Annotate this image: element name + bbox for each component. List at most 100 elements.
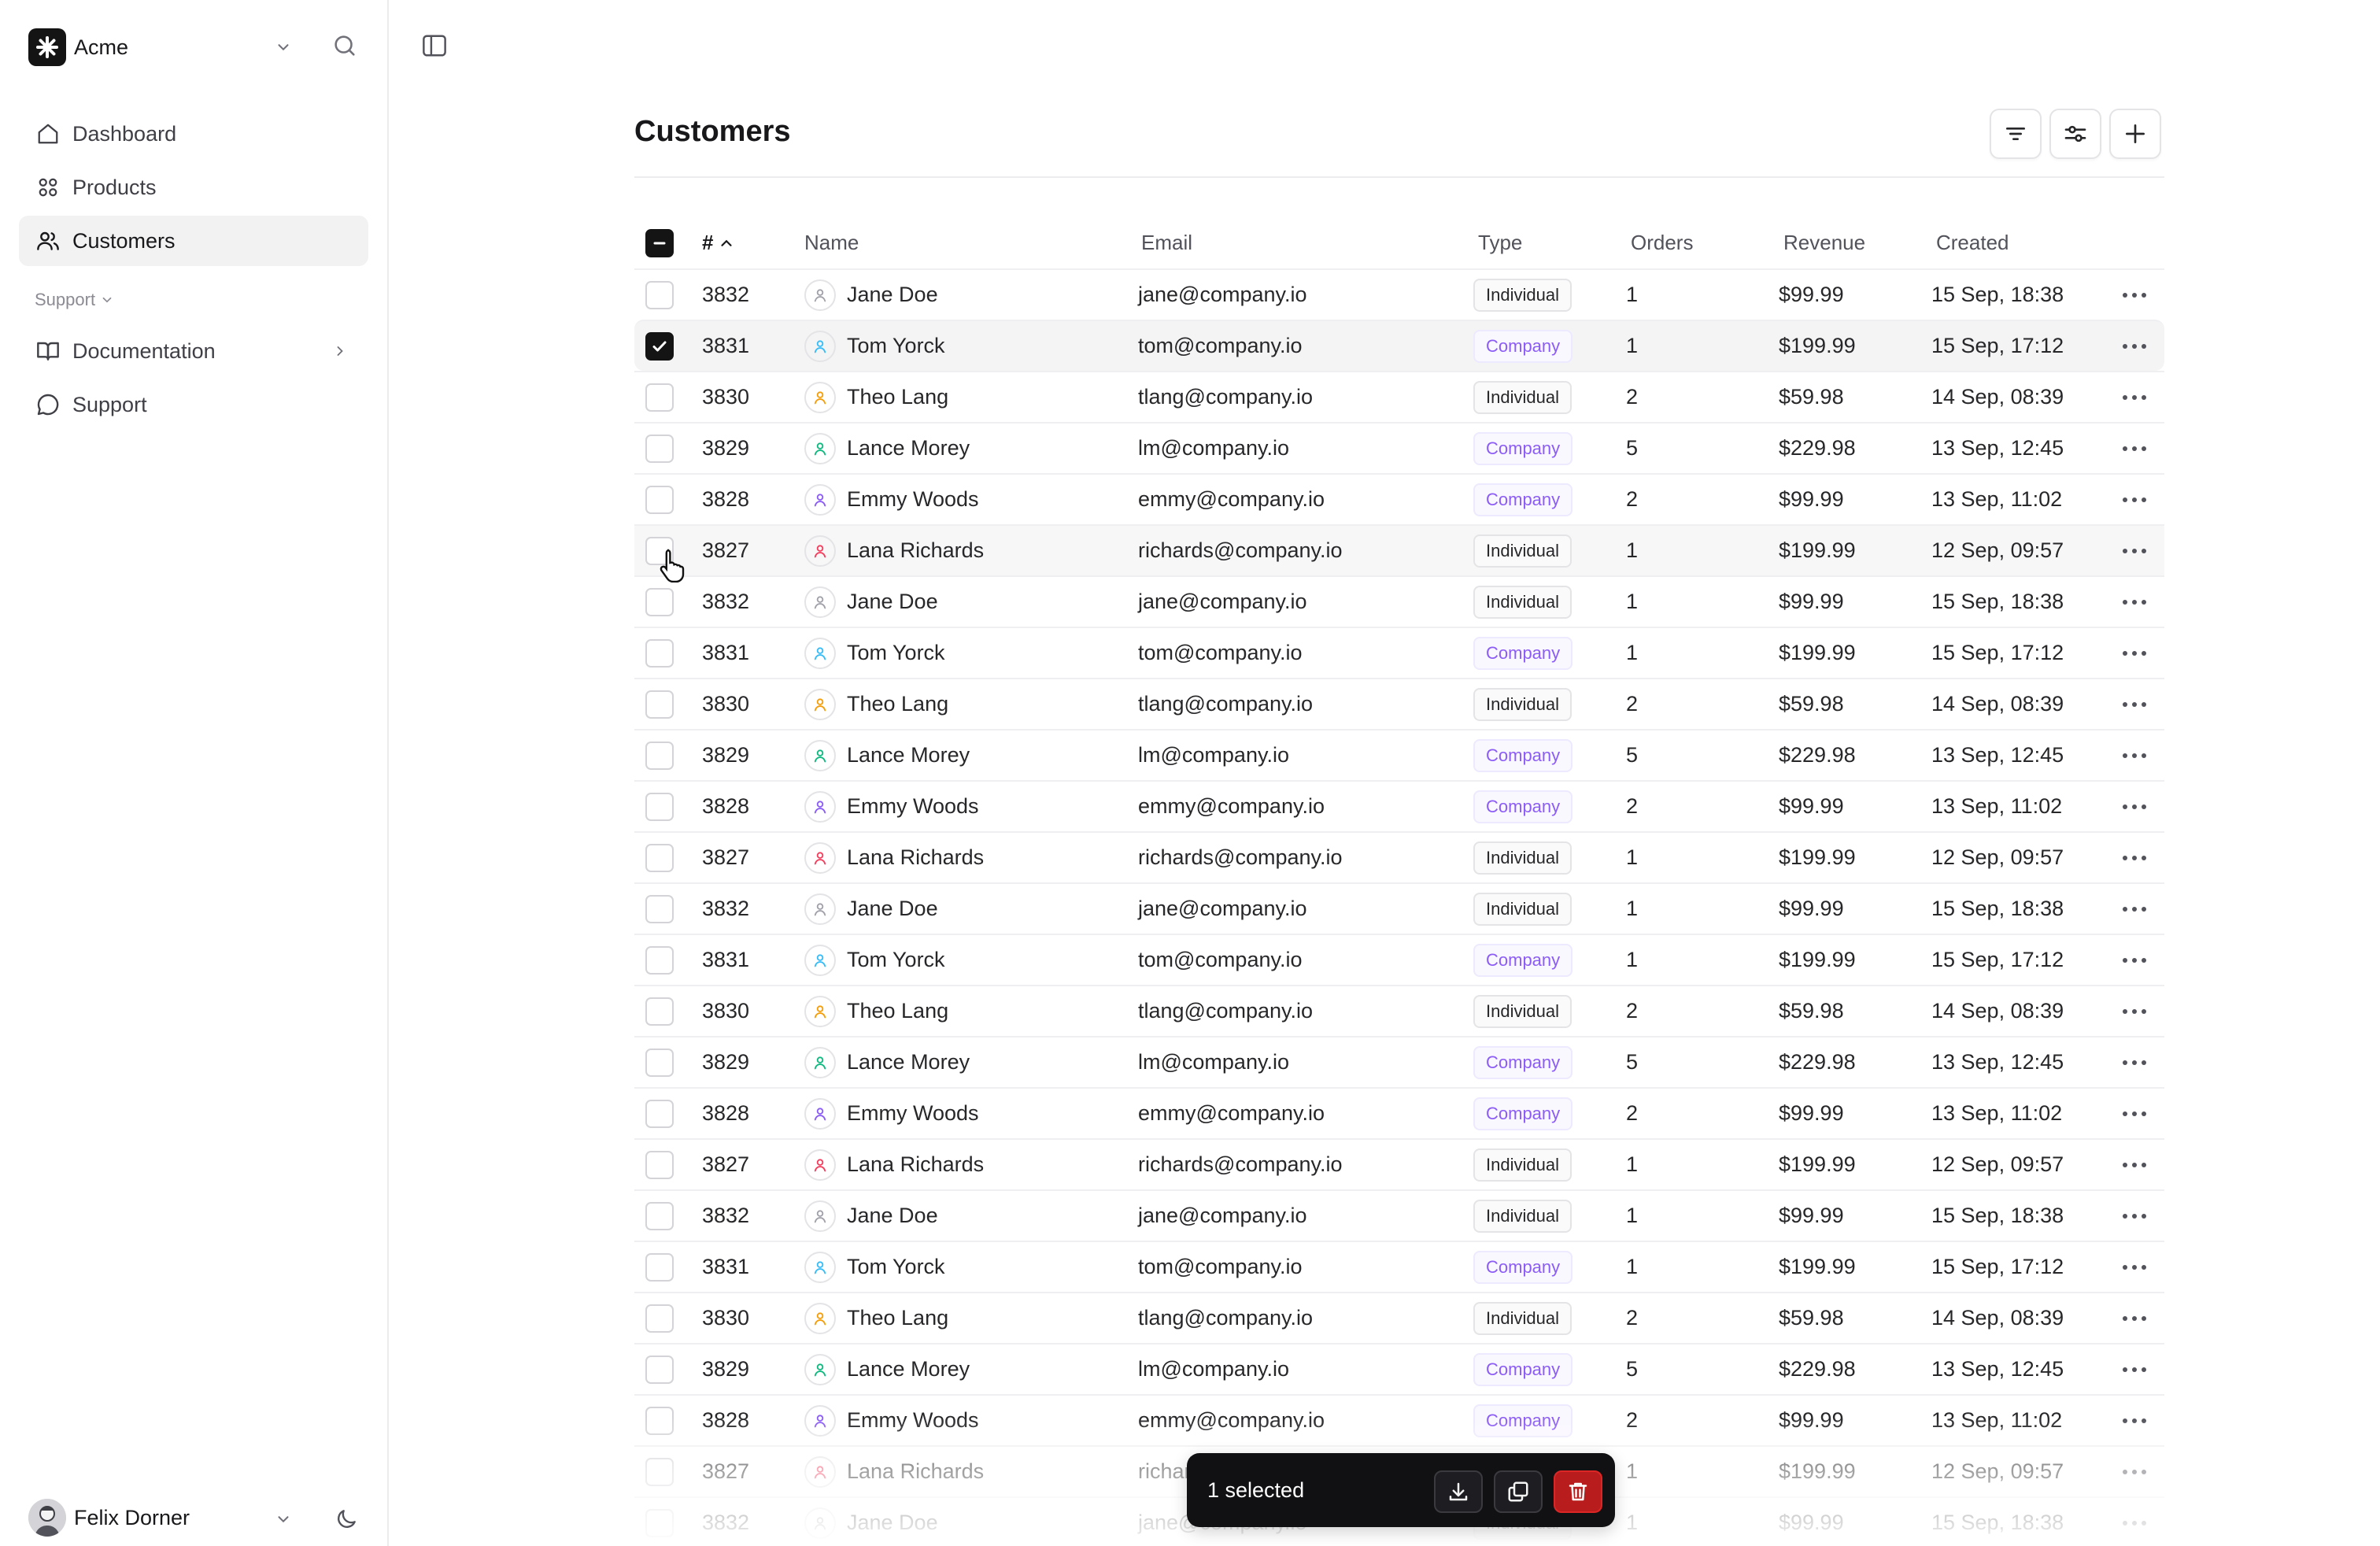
table-row[interactable]: 3829 Lance Morey lm@company.io Company 5 $229… [634, 422, 2164, 473]
row-checkbox[interactable] [645, 383, 674, 412]
row-checkbox[interactable] [645, 331, 674, 361]
export-button[interactable] [1434, 1470, 1483, 1513]
section-support-toggle[interactable]: Support [35, 290, 114, 310]
row-checkbox[interactable] [645, 1048, 674, 1077]
column-header-created[interactable]: Created [1936, 231, 2009, 255]
more-actions-icon[interactable] [2117, 1049, 2152, 1077]
chevron-down-icon[interactable] [268, 31, 299, 63]
more-actions-icon[interactable] [2117, 281, 2152, 309]
sidebar-toggle-icon[interactable] [416, 28, 453, 63]
table-row[interactable]: 3832 Jane Doe jane@company.io Individual 1 $9… [634, 882, 2164, 934]
more-actions-icon[interactable] [2117, 742, 2152, 770]
more-actions-icon[interactable] [2117, 844, 2152, 872]
more-actions-icon[interactable] [2117, 946, 2152, 975]
more-actions-icon[interactable] [2117, 1100, 2152, 1128]
more-actions-icon[interactable] [2117, 588, 2152, 616]
adjust-columns-button[interactable] [2049, 109, 2101, 159]
table-row[interactable]: 3831 Tom Yorck tom@company.io Company 1 $199.… [634, 627, 2164, 678]
table-row[interactable]: 3832 Jane Doe jane@company.io Individual 1 $9… [634, 268, 2164, 320]
column-header-type[interactable]: Type [1478, 231, 1522, 255]
row-checkbox[interactable] [645, 1304, 674, 1333]
more-actions-icon[interactable] [2117, 537, 2152, 565]
table-row[interactable]: 3828 Emmy Woods emmy@company.io Company 2 $99… [634, 1394, 2164, 1445]
chevron-down-icon[interactable] [268, 1503, 299, 1535]
column-header-revenue[interactable]: Revenue [1783, 231, 1865, 255]
column-header-orders[interactable]: Orders [1631, 231, 1693, 255]
column-header-name[interactable]: Name [804, 231, 859, 255]
more-actions-icon[interactable] [2117, 639, 2152, 668]
table-row[interactable]: 3830 Theo Lang tlang@company.io Individual 2… [634, 1292, 2164, 1343]
moon-icon[interactable] [329, 1502, 364, 1537]
row-checkbox[interactable] [645, 485, 674, 514]
more-actions-icon[interactable] [2117, 793, 2152, 821]
row-checkbox[interactable] [645, 1406, 674, 1435]
more-actions-icon[interactable] [2117, 690, 2152, 719]
row-checkbox[interactable] [645, 1150, 674, 1179]
table-row[interactable]: 3829 Lance Morey lm@company.io Company 5 $229… [634, 1036, 2164, 1087]
row-checkbox[interactable] [645, 1252, 674, 1282]
more-actions-icon[interactable] [2117, 1509, 2152, 1537]
select-all-checkbox[interactable] [645, 228, 674, 257]
more-actions-icon[interactable] [2117, 1304, 2152, 1333]
table-row[interactable]: 3828 Emmy Woods emmy@company.io Company 2 $99… [634, 473, 2164, 524]
table-row[interactable]: 3828 Emmy Woods emmy@company.io Company 2 $99… [634, 780, 2164, 831]
type-badge: Company [1473, 431, 1573, 465]
row-checkbox[interactable] [645, 1508, 674, 1537]
row-checkbox[interactable] [645, 434, 674, 463]
duplicate-button[interactable] [1494, 1470, 1543, 1513]
row-checkbox[interactable] [645, 792, 674, 821]
sidebar-item-dashboard[interactable]: Dashboard [19, 109, 368, 159]
more-actions-icon[interactable] [2117, 895, 2152, 923]
column-header-email[interactable]: Email [1141, 231, 1192, 255]
row-checkbox[interactable] [645, 587, 674, 616]
sort-by-number[interactable]: # [702, 231, 735, 255]
more-actions-icon[interactable] [2117, 1253, 2152, 1282]
table-row[interactable]: 3830 Theo Lang tlang@company.io Individual 2… [634, 371, 2164, 422]
more-actions-icon[interactable] [2117, 997, 2152, 1026]
sidebar-item-customers[interactable]: Customers [19, 216, 368, 266]
row-checkbox[interactable] [645, 894, 674, 923]
more-actions-icon[interactable] [2117, 1202, 2152, 1230]
more-actions-icon[interactable] [2117, 332, 2152, 361]
sidebar-item-products[interactable]: Products [19, 162, 368, 213]
table-row[interactable]: 3829 Lance Morey lm@company.io Company 5 $229… [634, 1343, 2164, 1394]
table-row[interactable]: 3830 Theo Lang tlang@company.io Individual 2… [634, 985, 2164, 1036]
table-row[interactable]: 3832 Jane Doe jane@company.io Individual 1 $9… [634, 1189, 2164, 1241]
more-actions-icon[interactable] [2117, 1151, 2152, 1179]
table-row[interactable]: 3831 Tom Yorck tom@company.io Company 1 $199.… [634, 934, 2164, 985]
row-checkbox[interactable] [645, 997, 674, 1026]
workspace-switcher[interactable]: Acme [28, 27, 128, 68]
row-checkbox[interactable] [645, 638, 674, 668]
table-row[interactable]: 3829 Lance Morey lm@company.io Company 5 $229… [634, 729, 2164, 780]
row-checkbox[interactable] [645, 945, 674, 975]
more-actions-icon[interactable] [2117, 383, 2152, 412]
table-row[interactable]: 3831 Tom Yorck tom@company.io Company 1 $199.… [634, 1241, 2164, 1292]
filter-button[interactable] [1990, 109, 2042, 159]
row-checkbox[interactable] [645, 280, 674, 309]
row-checkbox[interactable] [645, 1201, 674, 1230]
table-row[interactable]: 3831 Tom Yorck tom@company.io Company 1 $199.… [634, 320, 2164, 371]
more-actions-icon[interactable] [2117, 1407, 2152, 1435]
row-checkbox[interactable] [645, 741, 674, 770]
more-actions-icon[interactable] [2117, 1458, 2152, 1486]
more-actions-icon[interactable] [2117, 1356, 2152, 1384]
table-row[interactable]: 3827 Lana Richards richards@company.io Indi… [634, 831, 2164, 882]
row-checkbox[interactable] [645, 1355, 674, 1384]
row-checkbox[interactable] [645, 843, 674, 872]
more-actions-icon[interactable] [2117, 435, 2152, 463]
row-checkbox[interactable] [645, 1099, 674, 1128]
more-actions-icon[interactable] [2117, 486, 2152, 514]
row-checkbox[interactable] [645, 1457, 674, 1486]
table-row[interactable]: 3830 Theo Lang tlang@company.io Individual 2… [634, 678, 2164, 729]
user-menu[interactable]: Felix Dorner [28, 1496, 190, 1540]
search-icon[interactable] [327, 28, 362, 63]
add-customer-button[interactable] [2109, 109, 2161, 159]
sidebar-item-documentation[interactable]: Documentation [19, 326, 368, 376]
table-row[interactable]: 3827 Lana Richards richards@company.io Indi… [634, 1138, 2164, 1189]
row-checkbox[interactable] [645, 690, 674, 719]
delete-button[interactable] [1554, 1470, 1602, 1513]
table-row[interactable]: 3827 Lana Richards richards@company.io Indi… [634, 524, 2164, 575]
table-row[interactable]: 3832 Jane Doe jane@company.io Individual 1 $9… [634, 575, 2164, 627]
table-row[interactable]: 3828 Emmy Woods emmy@company.io Company 2 $99… [634, 1087, 2164, 1138]
sidebar-item-support[interactable]: Support [19, 379, 368, 430]
